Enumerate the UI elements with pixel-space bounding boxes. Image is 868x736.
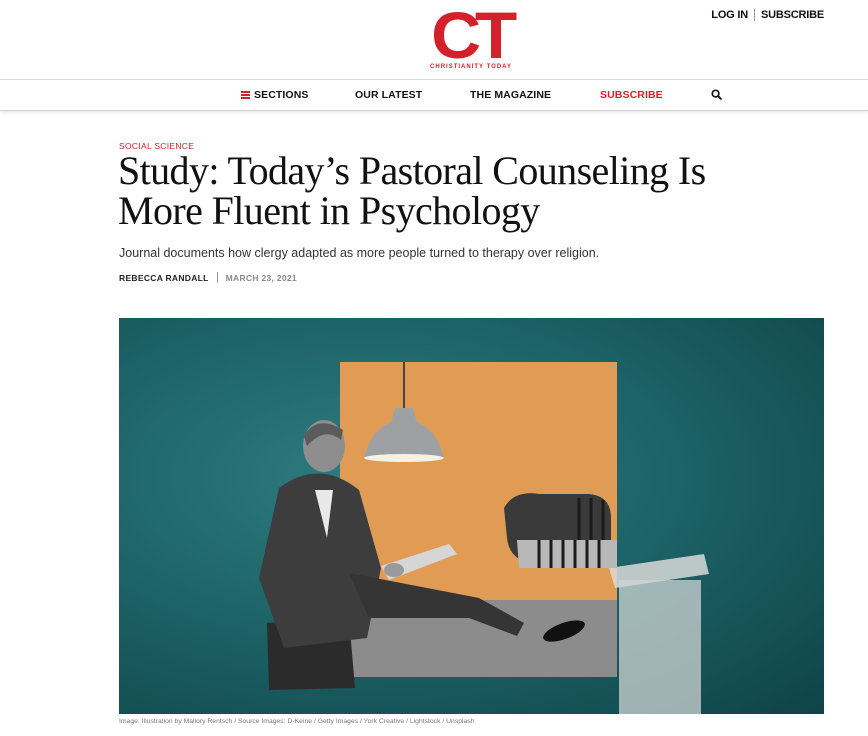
account-links: LOG IN SUBSCRIBE xyxy=(711,9,824,21)
nav-sections[interactable]: SECTIONS xyxy=(241,89,308,101)
hero-illustration xyxy=(259,362,709,714)
site-header: CT CHRISTIANITY TODAY LOG IN SUBSCRIBE xyxy=(0,0,868,80)
nav-our-latest[interactable]: OUR LATEST xyxy=(355,89,422,101)
subscribe-link[interactable]: SUBSCRIBE xyxy=(761,9,824,21)
article-headline: Study: Today’s Pastoral Counseling Is Mo… xyxy=(118,148,706,233)
author-name[interactable]: REBECCA RANDALL xyxy=(119,273,209,283)
lectern-body xyxy=(619,580,701,714)
nav-the-magazine[interactable]: THE MAGAZINE xyxy=(470,89,551,101)
christianity-today-logo[interactable]: CT CHRISTIANITY TODAY xyxy=(414,0,528,74)
byline: REBECCA RANDALL MARCH 23, 2021 xyxy=(119,272,297,283)
logo-subtext: CHRISTIANITY TODAY xyxy=(430,64,512,70)
couch-seat xyxy=(517,540,617,568)
hero-image xyxy=(119,318,824,714)
divider xyxy=(754,9,755,21)
lamp-light xyxy=(364,454,444,462)
article-dek: Journal documents how clergy adapted as … xyxy=(119,246,600,260)
login-link[interactable]: LOG IN xyxy=(711,9,748,21)
nav-subscribe[interactable]: SUBSCRIBE xyxy=(600,89,663,101)
hamburger-icon xyxy=(241,91,250,99)
publish-date: MARCH 23, 2021 xyxy=(225,272,297,283)
nav-sections-label: SECTIONS xyxy=(254,89,309,101)
search-icon[interactable] xyxy=(711,89,722,100)
main-nav: SECTIONS OUR LATEST THE MAGAZINE SUBSCRI… xyxy=(0,80,868,111)
man-hand xyxy=(384,563,404,577)
byline-divider xyxy=(216,272,218,283)
image-caption: Image: Illustration by Mallory Rentsch /… xyxy=(119,718,475,725)
logo-wordmark: CT xyxy=(431,0,517,72)
